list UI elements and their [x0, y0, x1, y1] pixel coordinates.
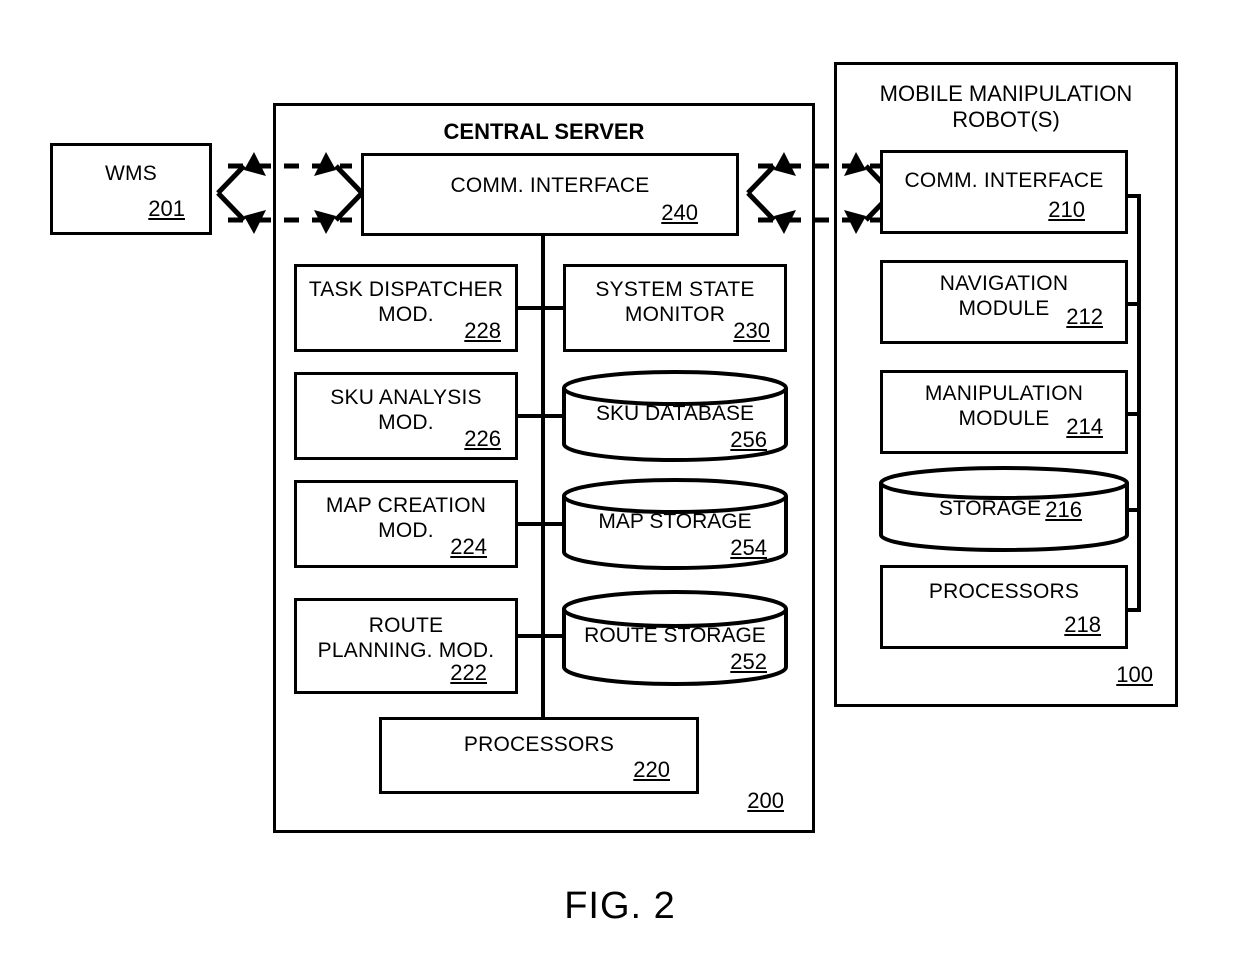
central-comm-interface-ref: 240 [661, 200, 698, 225]
route-planning-module-label: ROUTE PLANNING. MOD. [317, 614, 495, 662]
sku-analysis-module-box: SKU ANALYSIS MOD. 226 [294, 372, 518, 460]
robot-processors-label: PROCESSORS [928, 580, 1080, 603]
central-processors-label: PROCESSORS [463, 733, 615, 756]
robot-comm-interface-ref: 210 [1048, 197, 1085, 222]
route-planning-module-box: ROUTE PLANNING. MOD. 222 [294, 598, 518, 694]
sku-analysis-module-ref: 226 [464, 426, 501, 451]
route-storage-cylinder: ROUTE STORAGE 252 [561, 590, 789, 686]
central-processors-ref: 220 [633, 757, 670, 782]
robot-manipulation-module-box: MANIPULATION MODULE 214 [880, 370, 1128, 454]
wms-label: WMS [105, 162, 157, 185]
route-storage-label: ROUTE STORAGE [584, 624, 766, 647]
central-processors-box: PROCESSORS 220 [379, 717, 699, 794]
robot-processors-ref: 218 [1064, 612, 1101, 637]
route-planning-module-ref: 222 [450, 660, 487, 685]
central-comm-interface-box: COMM. INTERFACE 240 [361, 153, 739, 236]
robot-navigation-module-ref: 212 [1066, 304, 1103, 329]
robot-storage-label: STORAGE [938, 497, 1042, 520]
robot-title: MOBILE MANIPULATION ROBOT(S) [879, 81, 1133, 133]
sku-database-cylinder: SKU DATABASE 256 [561, 370, 789, 462]
map-creation-module-box: MAP CREATION MOD. 224 [294, 480, 518, 568]
robot-bus [1137, 194, 1141, 612]
figure-caption: FIG. 2 [564, 885, 676, 927]
system-state-monitor-ref: 230 [733, 318, 770, 343]
route-storage-ref: 252 [730, 649, 767, 674]
map-storage-label: MAP STORAGE [598, 510, 752, 533]
patent-figure-2: WMS 201 CENTRAL SERVER 200 COMM. INTERFA… [0, 0, 1240, 972]
robot-processors-box: PROCESSORS 218 [880, 565, 1128, 649]
link-wms-to-central-server [210, 138, 370, 248]
robot-navigation-module-box: NAVIGATION MODULE 212 [880, 260, 1128, 344]
map-storage-ref: 254 [730, 535, 767, 560]
robot-storage-ref: 216 [1045, 497, 1082, 522]
robot-comm-interface-label: COMM. INTERFACE [904, 169, 1104, 192]
sku-database-ref: 256 [730, 427, 767, 452]
task-dispatcher-module-box: TASK DISPATCHER MOD. 228 [294, 264, 518, 352]
robot-storage-cylinder: STORAGE 216 [878, 466, 1130, 552]
central-comm-interface-label: COMM. INTERFACE [450, 174, 650, 197]
wms-ref: 201 [148, 196, 185, 221]
robot-manipulation-module-ref: 214 [1066, 414, 1103, 439]
robot-comm-interface-box: COMM. INTERFACE 210 [880, 150, 1128, 234]
bus-stub-system-state-monitor [539, 306, 565, 310]
robot-ref: 100 [1116, 662, 1153, 687]
system-state-monitor-box: SYSTEM STATE MONITOR 230 [563, 264, 787, 352]
link-central-server-to-robot [740, 138, 900, 248]
wms-box: WMS 201 [50, 143, 212, 235]
central-server-ref: 200 [747, 788, 784, 813]
map-creation-module-ref: 224 [450, 534, 487, 559]
task-dispatcher-module-ref: 228 [464, 318, 501, 343]
map-storage-cylinder: MAP STORAGE 254 [561, 478, 789, 570]
sku-database-label: SKU DATABASE [596, 402, 754, 425]
